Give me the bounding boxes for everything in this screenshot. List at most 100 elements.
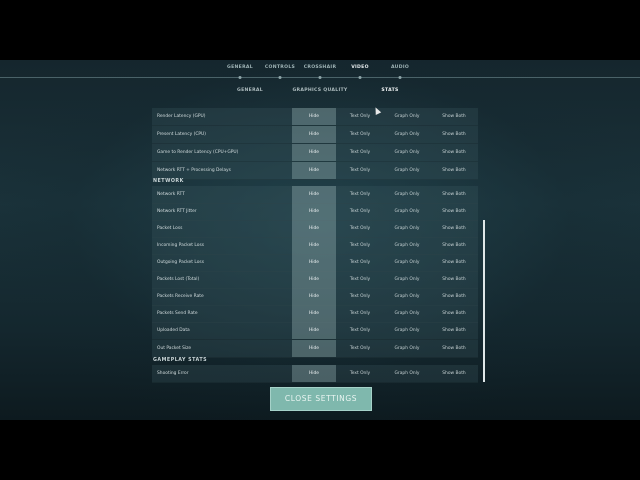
tab-audio[interactable]: AUDIO (391, 65, 409, 70)
stat-label: Network RTT (157, 192, 185, 197)
option-graph-only[interactable]: Graph Only (385, 126, 429, 143)
option-graph-only[interactable]: Graph Only (385, 186, 429, 203)
option-hide[interactable]: Hide (292, 271, 336, 288)
option-graph-only[interactable]: Graph Only (385, 108, 429, 125)
option-text-only[interactable]: Text Only (338, 365, 382, 382)
option-show-both[interactable]: Show Both (432, 365, 476, 382)
option-show-both[interactable]: Show Both (432, 144, 476, 161)
tab-video[interactable]: VIDEO (351, 65, 369, 70)
stat-row-packets-send-rate: Packets Send Rate Hide Text Only Graph O… (152, 305, 478, 323)
option-show-both[interactable]: Show Both (432, 288, 476, 305)
option-show-both[interactable]: Show Both (432, 322, 476, 339)
option-hide[interactable]: Hide (292, 126, 336, 143)
stat-row-out-packet-size: Out Packet Size Hide Text Only Graph Onl… (152, 340, 478, 358)
subtab-stats[interactable]: STATS (381, 88, 398, 93)
subtab-general[interactable]: GENERAL (237, 88, 263, 93)
option-show-both[interactable]: Show Both (432, 220, 476, 237)
stat-label: Render Latency (GPU) (157, 114, 206, 119)
option-text-only[interactable]: Text Only (338, 340, 382, 357)
option-text-only[interactable]: Text Only (338, 203, 382, 220)
option-show-both[interactable]: Show Both (432, 271, 476, 288)
stat-row-packet-loss: Packet Loss Hide Text Only Graph Only Sh… (152, 220, 478, 238)
option-hide[interactable]: Hide (292, 254, 336, 271)
stat-label: Uploaded Data (157, 328, 190, 333)
option-show-both[interactable]: Show Both (432, 162, 476, 179)
option-hide[interactable]: Hide (292, 305, 336, 322)
stat-row-network-rtt: Network RTT Hide Text Only Graph Only Sh… (152, 186, 478, 204)
option-text-only[interactable]: Text Only (338, 322, 382, 339)
stat-row-render-latency: Render Latency (GPU) Hide Text Only Grap… (152, 108, 478, 126)
stat-row-outgoing-packet-loss: Outgoing Packet Loss Hide Text Only Grap… (152, 254, 478, 272)
stat-label: Game to Render Latency (CPU+GPU) (157, 150, 239, 155)
option-graph-only[interactable]: Graph Only (385, 340, 429, 357)
option-graph-only[interactable]: Graph Only (385, 220, 429, 237)
option-graph-only[interactable]: Graph Only (385, 271, 429, 288)
subtab-graphics-quality[interactable]: GRAPHICS QUALITY (292, 88, 347, 93)
stat-label: Present Latency (CPU) (157, 132, 206, 137)
stat-row-incoming-packet-loss: Incoming Packet Loss Hide Text Only Grap… (152, 237, 478, 255)
option-hide[interactable]: Hide (292, 340, 336, 357)
stat-label: Outgoing Packet Loss (157, 260, 205, 265)
stat-label: Packets Lost (Total) (157, 277, 200, 282)
option-text-only[interactable]: Text Only (338, 254, 382, 271)
tab-crosshair[interactable]: CROSSHAIR (304, 65, 337, 70)
stat-row-network-rtt-jitter: Network RTT Jitter Hide Text Only Graph … (152, 203, 478, 221)
option-graph-only[interactable]: Graph Only (385, 288, 429, 305)
option-graph-only[interactable]: Graph Only (385, 305, 429, 322)
stat-label: Packets Send Rate (157, 311, 198, 316)
tab-general[interactable]: GENERAL (227, 65, 253, 70)
settings-screen: GENERAL CONTROLS CROSSHAIR VIDEO AUDIO G… (0, 60, 640, 420)
stat-row-packets-lost-total: Packets Lost (Total) Hide Text Only Grap… (152, 271, 478, 289)
option-hide[interactable]: Hide (292, 186, 336, 203)
option-text-only[interactable]: Text Only (338, 144, 382, 161)
stat-row-shooting-error: Shooting Error Hide Text Only Graph Only… (152, 365, 478, 383)
option-text-only[interactable]: Text Only (338, 288, 382, 305)
option-hide[interactable]: Hide (292, 288, 336, 305)
option-graph-only[interactable]: Graph Only (385, 322, 429, 339)
stat-row-uploaded-data: Uploaded Data Hide Text Only Graph Only … (152, 322, 478, 340)
option-show-both[interactable]: Show Both (432, 237, 476, 254)
option-text-only[interactable]: Text Only (338, 126, 382, 143)
option-graph-only[interactable]: Graph Only (385, 144, 429, 161)
stat-label: Packets Receive Rate (157, 294, 204, 299)
option-text-only[interactable]: Text Only (338, 237, 382, 254)
scrollbar[interactable] (483, 220, 485, 382)
option-text-only[interactable]: Text Only (338, 305, 382, 322)
option-show-both[interactable]: Show Both (432, 186, 476, 203)
option-hide[interactable]: Hide (292, 220, 336, 237)
option-show-both[interactable]: Show Both (432, 254, 476, 271)
stat-label: Out Packet Size (157, 346, 192, 351)
option-show-both[interactable]: Show Both (432, 108, 476, 125)
option-graph-only[interactable]: Graph Only (385, 254, 429, 271)
section-title-network: NETWORK (153, 179, 184, 184)
option-show-both[interactable]: Show Both (432, 305, 476, 322)
option-hide[interactable]: Hide (292, 108, 336, 125)
option-graph-only[interactable]: Graph Only (385, 162, 429, 179)
option-graph-only[interactable]: Graph Only (385, 237, 429, 254)
option-hide[interactable]: Hide (292, 162, 336, 179)
stat-row-network-rtt-processing: Network RTT + Processing Delays Hide Tex… (152, 162, 478, 180)
nav-divider (0, 77, 640, 78)
stat-label: Packet Loss (157, 226, 183, 231)
stat-label: Incoming Packet Loss (157, 243, 205, 248)
option-text-only[interactable]: Text Only (338, 220, 382, 237)
tab-controls[interactable]: CONTROLS (265, 65, 295, 70)
option-hide[interactable]: Hide (292, 237, 336, 254)
stat-label: Network RTT Jitter (157, 209, 197, 214)
close-settings-button[interactable]: CLOSE SETTINGS (270, 387, 372, 411)
option-hide[interactable]: Hide (292, 365, 336, 382)
option-hide[interactable]: Hide (292, 144, 336, 161)
option-text-only[interactable]: Text Only (338, 186, 382, 203)
settings-top-nav: GENERAL CONTROLS CROSSHAIR VIDEO AUDIO (0, 60, 640, 79)
stat-row-present-latency: Present Latency (CPU) Hide Text Only Gra… (152, 126, 478, 144)
option-show-both[interactable]: Show Both (432, 203, 476, 220)
option-graph-only[interactable]: Graph Only (385, 365, 429, 382)
option-text-only[interactable]: Text Only (338, 162, 382, 179)
option-hide[interactable]: Hide (292, 322, 336, 339)
option-hide[interactable]: Hide (292, 203, 336, 220)
option-graph-only[interactable]: Graph Only (385, 203, 429, 220)
option-show-both[interactable]: Show Both (432, 340, 476, 357)
section-title-gameplay-stats: GAMEPLAY STATS (153, 358, 208, 363)
option-show-both[interactable]: Show Both (432, 126, 476, 143)
option-text-only[interactable]: Text Only (338, 271, 382, 288)
